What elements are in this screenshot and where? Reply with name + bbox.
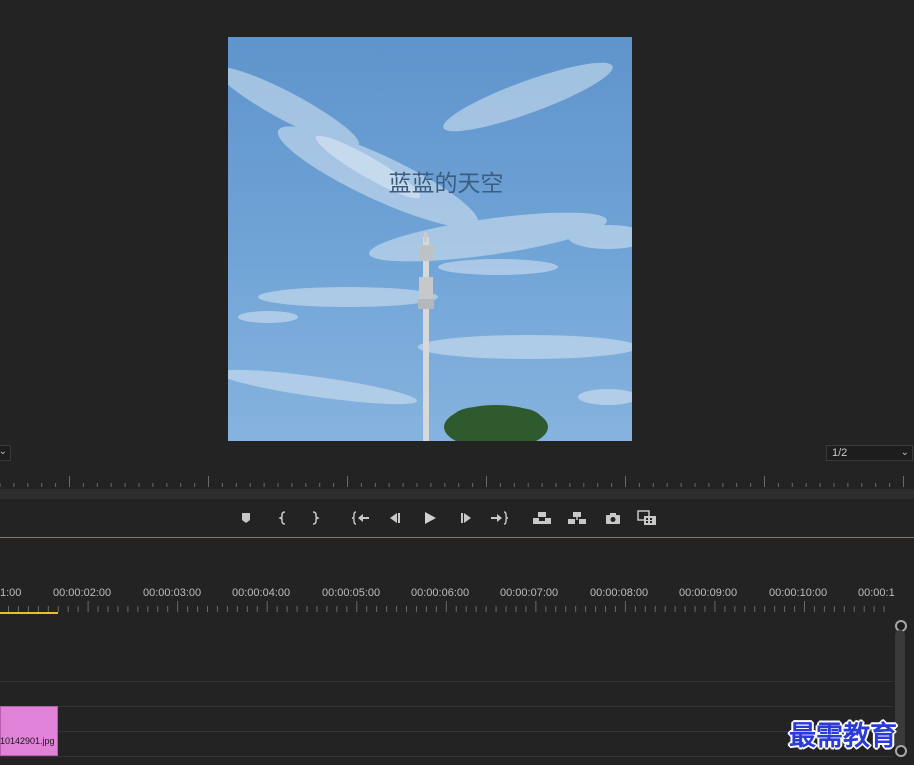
extract-button[interactable] (566, 506, 588, 530)
compare-view-button[interactable] (636, 506, 658, 530)
timeline-panel: 1:00 00:00:02:00 00:00:03:00 00:00:04:00… (0, 540, 914, 765)
go-to-out-icon (491, 511, 508, 525)
watermark-logo: 最需教育 (789, 721, 897, 752)
track-divider (0, 706, 893, 707)
step-back-icon (390, 513, 400, 523)
chevron-down-icon: ⌄ (0, 446, 7, 457)
go-to-in-button[interactable] (350, 506, 372, 530)
timeline-clip[interactable] (0, 706, 58, 756)
step-forward-button[interactable] (455, 506, 477, 530)
frame-title-text: 蓝蓝的天空 (388, 171, 504, 197)
sky-image (228, 37, 632, 441)
transport-controls (0, 506, 914, 530)
chevron-down-icon: ⌄ (900, 447, 909, 458)
timeline-ticks (8, 601, 885, 612)
track-divider (0, 731, 893, 732)
track-divider (0, 681, 893, 682)
monitor-zoom-scrollbar[interactable] (0, 489, 914, 499)
lift-button[interactable] (531, 506, 553, 530)
compare-icon (637, 510, 656, 525)
camera-icon (606, 513, 620, 524)
resolution-value: 1/2 (832, 447, 848, 459)
extract-icon (568, 512, 586, 524)
work-area-bar[interactable] (0, 612, 58, 614)
go-to-in-icon (352, 511, 369, 525)
mark-in-icon (278, 511, 286, 525)
marker-icon (242, 513, 250, 523)
step-forward-icon (461, 513, 471, 523)
monitor-time-ruler[interactable] (0, 473, 914, 489)
track-divider (0, 756, 893, 757)
lift-icon (533, 512, 551, 524)
mark-in-button[interactable] (272, 506, 294, 530)
add-marker-button[interactable] (235, 506, 257, 530)
play-icon (425, 512, 436, 524)
mark-out-button[interactable] (304, 506, 326, 530)
export-frame-button[interactable] (602, 506, 624, 530)
program-monitor: 蓝蓝的天空 ⌄ 1/2 ⌄ (0, 0, 914, 540)
play-button[interactable] (419, 506, 441, 530)
step-back-button[interactable] (384, 506, 406, 530)
timeline-time-ruler[interactable]: 1:00 00:00:02:00 00:00:03:00 00:00:04:00… (0, 584, 895, 614)
clip-label: 10142901.jpg (0, 736, 55, 746)
mark-out-icon (312, 511, 320, 525)
video-frame[interactable]: 蓝蓝的天空 (228, 37, 632, 441)
go-to-out-button[interactable] (488, 506, 510, 530)
zoom-level-dropdown[interactable]: ⌄ (0, 445, 11, 461)
panel-focus-border (0, 537, 914, 538)
playback-resolution-dropdown[interactable]: 1/2 ⌄ (826, 445, 913, 461)
